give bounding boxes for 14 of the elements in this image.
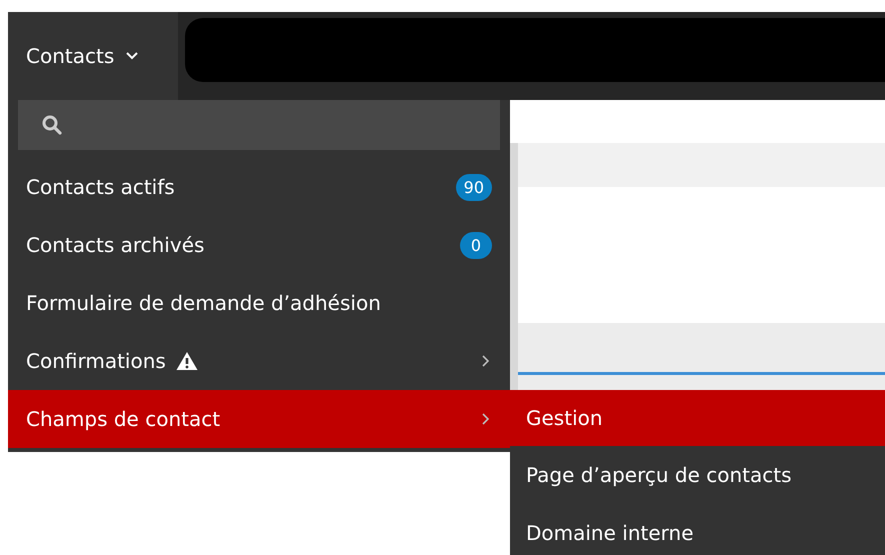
menu-item[interactable]: Champs de contact xyxy=(8,390,510,448)
contacts-menu-button[interactable]: Contacts xyxy=(8,12,178,100)
submenu-item[interactable]: Domaine interne xyxy=(510,504,885,555)
submenu-item[interactable]: Page d’aperçu de contacts xyxy=(510,446,885,504)
menu-item[interactable]: Confirmations xyxy=(8,332,510,390)
menu-item[interactable]: Contacts archivés 0 xyxy=(8,216,510,274)
menu-item[interactable]: Contacts actifs 90 xyxy=(8,158,510,216)
count-badge: 90 xyxy=(456,174,492,200)
count-badge: 0 xyxy=(460,232,492,258)
search-field[interactable] xyxy=(18,100,500,150)
search-icon xyxy=(42,115,62,135)
chevron-down-icon xyxy=(126,52,138,60)
submenu-item[interactable]: Gestion xyxy=(510,390,885,446)
menu-item[interactable]: Formulaire de demande d’adhésion xyxy=(8,274,510,332)
